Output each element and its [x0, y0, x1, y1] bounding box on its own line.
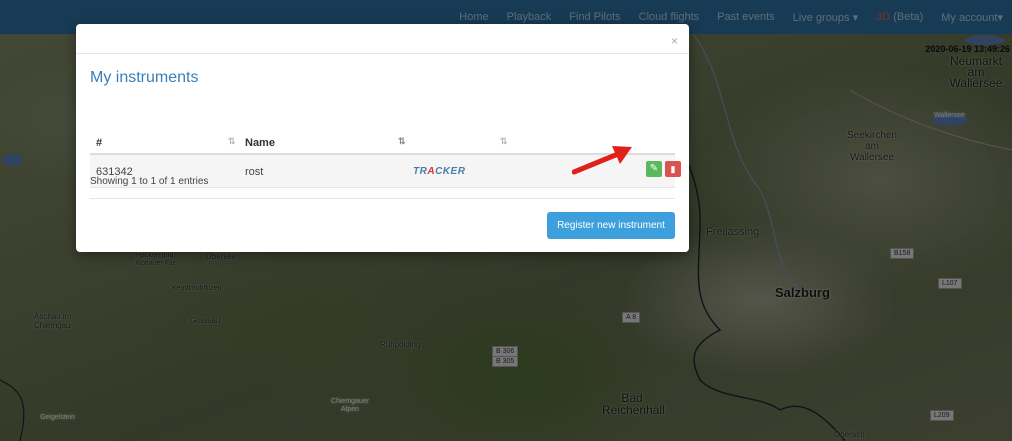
logo-part: A	[427, 166, 436, 177]
trash-icon: ▮	[670, 164, 676, 174]
annotation-arrow-icon	[572, 146, 632, 175]
delete-button[interactable]: ▮	[665, 161, 681, 177]
column-header-name[interactable]: Name	[245, 137, 275, 149]
edit-button[interactable]: ✎	[646, 161, 662, 177]
register-instrument-button[interactable]: Register new instrument	[547, 212, 675, 239]
modal-title: My instruments	[90, 69, 199, 86]
sort-asc-icon[interactable]: ⇅	[398, 136, 406, 147]
tracker-logo: TRACKER	[413, 166, 465, 177]
instrument-name: rost	[245, 166, 264, 178]
sort-icon[interactable]: ⇅	[228, 136, 236, 147]
close-icon[interactable]: ×	[671, 34, 678, 48]
edit-icon: ✎	[649, 163, 659, 174]
logo-part: CKER	[435, 166, 466, 177]
divider	[90, 198, 675, 199]
logo-part: TR	[413, 166, 428, 177]
table-info: Showing 1 to 1 of 1 entries	[90, 176, 209, 187]
sort-icon[interactable]: ⇅	[500, 136, 508, 147]
column-header-id[interactable]: #	[96, 137, 102, 149]
modal-header	[76, 24, 689, 54]
